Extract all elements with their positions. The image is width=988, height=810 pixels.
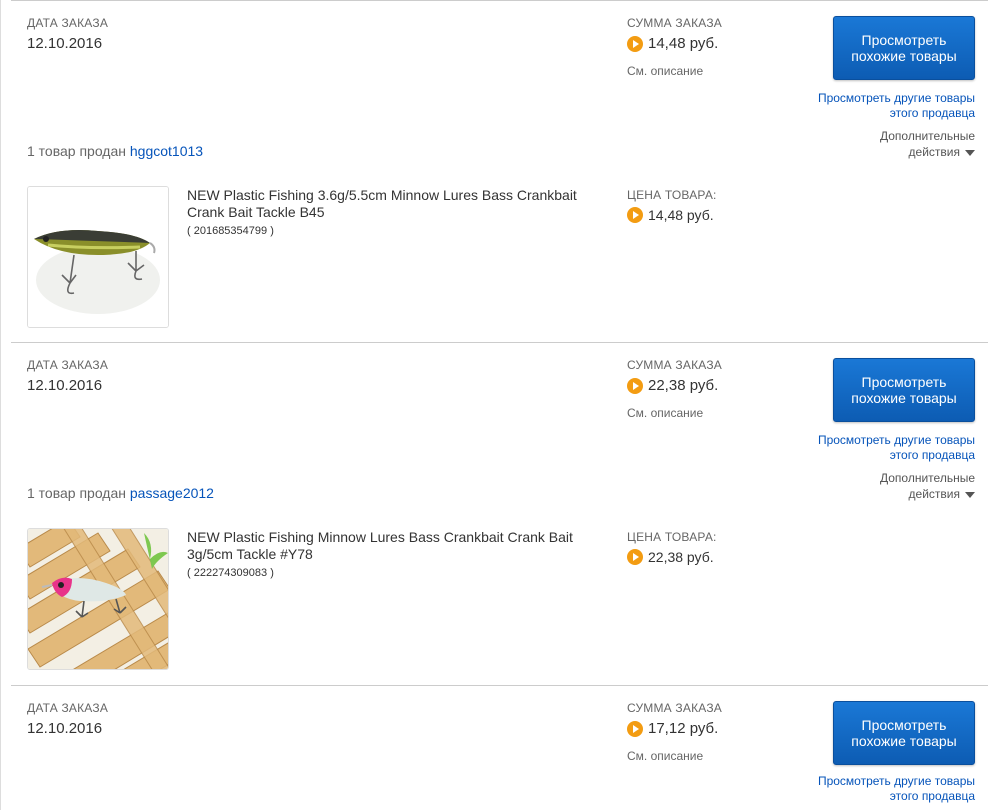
item-price-value: 22,38 руб. xyxy=(648,549,714,565)
order-total-label: СУММА ЗАКАЗА xyxy=(627,358,722,372)
order-card: ДАТА ЗАКАЗА 12.10.2016 СУММА ЗАКАЗА 17,1… xyxy=(11,685,988,810)
lure-image-icon xyxy=(28,187,168,327)
view-similar-button[interactable]: Просмотреть похожие товары xyxy=(833,358,975,422)
order-date: 12.10.2016 xyxy=(27,720,103,737)
order-total-value: 17,12 руб. xyxy=(648,720,719,737)
order-total: 14,48 руб. xyxy=(627,35,718,52)
caret-down-icon xyxy=(965,491,975,498)
item-info: NEW Plastic Fishing 3.6g/5.5cm Minnow Lu… xyxy=(187,187,607,237)
seller-prefix: 1 товар продан xyxy=(27,485,126,501)
order-total-value: 14,48 руб. xyxy=(648,35,719,52)
seller-line: 1 товар продан passage2012 xyxy=(27,485,214,501)
order-date-label: ДАТА ЗАКАЗА xyxy=(27,358,109,372)
item-price-label: ЦЕНА ТОВАРА: xyxy=(627,530,717,544)
order-card: ДАТА ЗАКАЗА 12.10.2016 СУММА ЗАКАЗА 14,4… xyxy=(11,0,988,343)
price-play-icon xyxy=(627,549,643,565)
order-date: 12.10.2016 xyxy=(27,35,103,52)
more-actions-label: Дополнительные действия xyxy=(880,129,975,159)
view-seller-items-link[interactable]: Просмотреть другие товары этого продавца xyxy=(815,91,975,121)
see-description: См. описание xyxy=(627,749,704,763)
view-seller-items-link[interactable]: Просмотреть другие товары этого продавца xyxy=(815,433,975,463)
item-title-link[interactable]: NEW Plastic Fishing Minnow Lures Bass Cr… xyxy=(187,529,607,563)
seller-prefix: 1 товар продан xyxy=(27,143,126,159)
lure-image-icon xyxy=(28,529,168,669)
item-thumbnail[interactable] xyxy=(27,528,169,670)
price-play-icon xyxy=(627,207,643,223)
item-number: ( 222274309083 ) xyxy=(187,567,274,579)
caret-down-icon xyxy=(965,149,975,156)
order-total: 22,38 руб. xyxy=(627,377,718,394)
item-price: 22,38 руб. xyxy=(627,549,714,565)
see-description: См. описание xyxy=(627,406,704,420)
order-total-label: СУММА ЗАКАЗА xyxy=(627,16,722,30)
item-thumbnail[interactable] xyxy=(27,186,169,328)
order-total-label: СУММА ЗАКАЗА xyxy=(627,701,722,715)
orders-page: ДАТА ЗАКАЗА 12.10.2016 СУММА ЗАКАЗА 14,4… xyxy=(0,0,988,810)
item-number: ( 201685354799 ) xyxy=(187,225,274,237)
order-date-label: ДАТА ЗАКАЗА xyxy=(27,701,109,715)
item-price-value: 14,48 руб. xyxy=(648,207,714,223)
more-actions-label: Дополнительные действия xyxy=(880,471,975,501)
more-actions-dropdown[interactable]: Дополнительные действия xyxy=(845,128,975,160)
seller-link[interactable]: hggcot1013 xyxy=(130,143,203,159)
order-card: ДАТА ЗАКАЗА 12.10.2016 СУММА ЗАКАЗА 22,3… xyxy=(11,342,988,686)
price-play-icon xyxy=(627,377,643,394)
item-title-link[interactable]: NEW Plastic Fishing 3.6g/5.5cm Minnow Lu… xyxy=(187,187,607,221)
seller-link[interactable]: passage2012 xyxy=(130,485,214,501)
order-date: 12.10.2016 xyxy=(27,377,103,394)
order-total: 17,12 руб. xyxy=(627,720,718,737)
order-total-value: 22,38 руб. xyxy=(648,377,719,394)
see-description: См. описание xyxy=(627,64,704,78)
price-play-icon xyxy=(627,35,643,52)
view-seller-items-link[interactable]: Просмотреть другие товары этого продавца xyxy=(815,774,975,804)
view-similar-button[interactable]: Просмотреть похожие товары xyxy=(833,16,975,80)
more-actions-dropdown[interactable]: Дополнительные действия xyxy=(845,470,975,502)
order-date-label: ДАТА ЗАКАЗА xyxy=(27,16,109,30)
item-info: NEW Plastic Fishing Minnow Lures Bass Cr… xyxy=(187,529,607,579)
price-play-icon xyxy=(627,720,643,737)
item-price-label: ЦЕНА ТОВАРА: xyxy=(627,188,717,202)
view-similar-button[interactable]: Просмотреть похожие товары xyxy=(833,701,975,765)
item-price: 14,48 руб. xyxy=(627,207,714,223)
seller-line: 1 товар продан hggcot1013 xyxy=(27,143,203,159)
